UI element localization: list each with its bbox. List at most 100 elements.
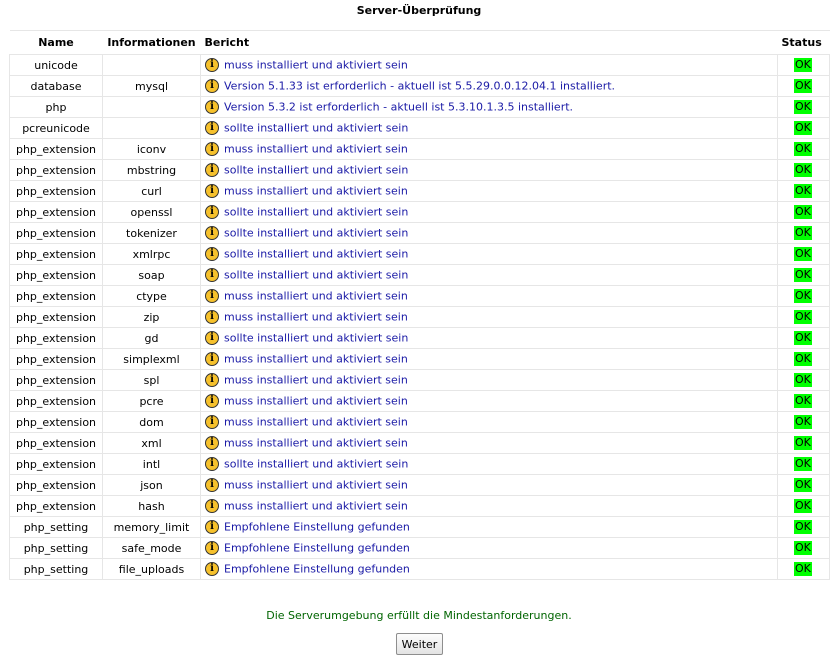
table-row: php_setting memory_limit i Empfohlene Einst… — [9, 516, 830, 538]
report-text: sollte installiert und aktiviert sein — [224, 226, 409, 240]
table-row: php_setting file_uploads i Empfohlene Einst… — [9, 558, 830, 580]
cell-info: dom — [102, 411, 201, 433]
cell-status: OK — [777, 390, 830, 412]
report-text: muss installiert und aktiviert sein — [224, 142, 408, 156]
report-text: sollte installiert und aktiviert sein — [224, 331, 409, 345]
status-badge: OK — [794, 226, 812, 240]
cell-info: mysql — [102, 75, 201, 97]
cell-info: openssl — [102, 201, 201, 223]
cell-status: OK — [777, 348, 830, 370]
cell-info: memory_limit — [102, 516, 201, 538]
cell-status: OK — [777, 516, 830, 538]
status-badge: OK — [794, 520, 812, 534]
cell-info: hash — [102, 495, 201, 517]
cell-info: pcre — [102, 390, 201, 412]
status-badge: OK — [794, 415, 812, 429]
table-row: php_extension xmlrpc i sollte installiert u… — [9, 243, 830, 265]
info-warning-icon: i — [205, 79, 219, 93]
info-warning-icon: i — [205, 373, 219, 387]
status-badge: OK — [794, 310, 812, 324]
table-row: php_extension tokenizer i sollte installier… — [9, 222, 830, 244]
info-warning-icon: i — [205, 184, 219, 198]
column-header-info: Informationen — [102, 30, 201, 55]
cell-report: i muss installiert und aktiviert sein — [200, 369, 778, 391]
status-badge: OK — [794, 457, 812, 471]
info-warning-icon: i — [205, 394, 219, 408]
status-badge: OK — [794, 541, 812, 555]
table-row: php_extension openssl i sollte installiert … — [9, 201, 830, 223]
cell-status: OK — [777, 138, 830, 160]
cell-status: OK — [777, 54, 830, 76]
cell-name: php_extension — [9, 411, 103, 433]
cell-report: i sollte installiert und aktiviert sein — [200, 453, 778, 475]
status-badge: OK — [794, 121, 812, 135]
cell-info: file_uploads — [102, 558, 201, 580]
cell-status: OK — [777, 369, 830, 391]
status-badge: OK — [794, 142, 812, 156]
status-badge: OK — [794, 184, 812, 198]
cell-name: unicode — [9, 54, 103, 76]
report-text: muss installiert und aktiviert sein — [224, 289, 408, 303]
cell-name: php_extension — [9, 138, 103, 160]
info-warning-icon: i — [205, 100, 219, 114]
cell-info: safe_mode — [102, 537, 201, 559]
cell-info: simplexml — [102, 348, 201, 370]
report-text: muss installiert und aktiviert sein — [224, 394, 408, 408]
info-warning-icon: i — [205, 310, 219, 324]
cell-name: pcreunicode — [9, 117, 103, 139]
cell-name: php_extension — [9, 285, 103, 307]
table-row: php_extension soap i sollte installiert und… — [9, 264, 830, 286]
table-row: php_extension mbstring i sollte installiert… — [9, 159, 830, 181]
table-row: php_extension intl i sollte installiert und… — [9, 453, 830, 475]
status-badge: OK — [794, 436, 812, 450]
cell-info — [102, 54, 201, 76]
report-text: muss installiert und aktiviert sein — [224, 352, 408, 366]
cell-status: OK — [777, 159, 830, 181]
info-warning-icon: i — [205, 520, 219, 534]
cell-status: OK — [777, 222, 830, 244]
status-badge: OK — [794, 373, 812, 387]
cell-status: OK — [777, 327, 830, 349]
table-row: php_extension json i muss installiert und a… — [9, 474, 830, 496]
report-text: Version 5.1.33 ist erforderlich - aktuel… — [224, 79, 616, 93]
status-badge: OK — [794, 58, 812, 72]
column-header-report: Bericht — [200, 30, 778, 55]
cell-info: json — [102, 474, 201, 496]
status-badge: OK — [794, 100, 812, 114]
cell-status: OK — [777, 474, 830, 496]
table-row: php_extension dom i muss installiert und ak… — [9, 411, 830, 433]
cell-name: php_extension — [9, 327, 103, 349]
cell-status: OK — [777, 264, 830, 286]
info-warning-icon: i — [205, 289, 219, 303]
report-text: sollte installiert und aktiviert sein — [224, 457, 409, 471]
cell-name: php_extension — [9, 222, 103, 244]
table-row: php_setting safe_mode i Empfohlene Einstell… — [9, 537, 830, 559]
info-warning-icon: i — [205, 499, 219, 513]
report-text: Version 5.3.2 ist erforderlich - aktuell… — [224, 100, 574, 114]
cell-name: php_setting — [9, 558, 103, 580]
status-badge: OK — [794, 163, 812, 177]
cell-name: php_extension — [9, 369, 103, 391]
cell-name: php_extension — [9, 390, 103, 412]
report-text: sollte installiert und aktiviert sein — [224, 268, 409, 282]
cell-info — [102, 96, 201, 118]
cell-name: php_extension — [9, 159, 103, 181]
cell-name: php_setting — [9, 537, 103, 559]
cell-report: i muss installiert und aktiviert sein — [200, 348, 778, 370]
page-title: Server-Überprüfung — [356, 4, 482, 17]
status-badge: OK — [794, 268, 812, 282]
cell-info: zip — [102, 306, 201, 328]
cell-info: spl — [102, 369, 201, 391]
cell-info: ctype — [102, 285, 201, 307]
info-warning-icon: i — [205, 163, 219, 177]
cell-status: OK — [777, 285, 830, 307]
cell-report: i Empfohlene Einstellung gefunden — [200, 516, 778, 538]
cell-info — [102, 117, 201, 139]
cell-name: php_extension — [9, 180, 103, 202]
table-row: php_extension iconv i muss installiert und … — [9, 138, 830, 160]
info-warning-icon: i — [205, 562, 219, 576]
report-text: sollte installiert und aktiviert sein — [224, 205, 409, 219]
info-warning-icon: i — [205, 478, 219, 492]
continue-button[interactable]: Weiter — [396, 633, 443, 655]
cell-name: php_extension — [9, 495, 103, 517]
